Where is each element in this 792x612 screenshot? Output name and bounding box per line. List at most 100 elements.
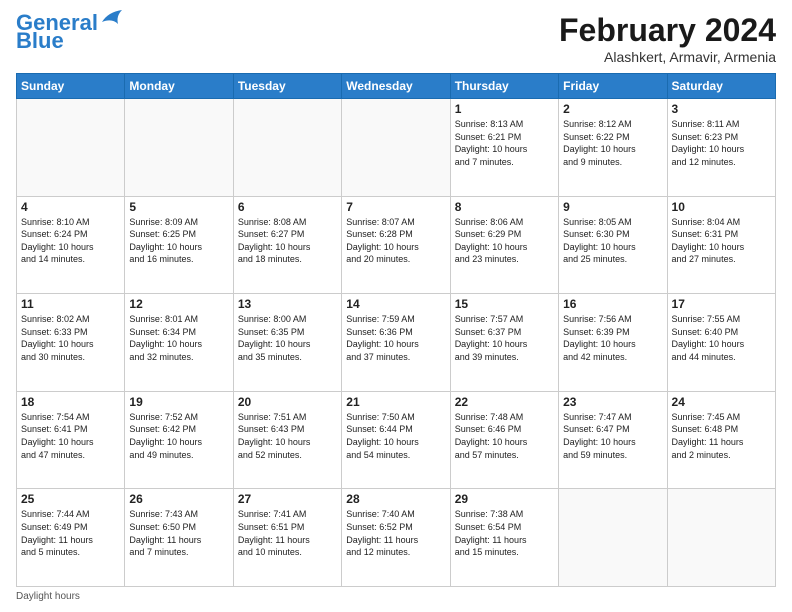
calendar-cell: 29 Sunrise: 7:38 AM Sunset: 6:54 PM Dayli…: [450, 489, 558, 587]
day-info: Sunrise: 8:10 AM Sunset: 6:24 PM Dayligh…: [21, 216, 120, 266]
day-info: Sunrise: 8:12 AM Sunset: 6:22 PM Dayligh…: [563, 118, 662, 168]
day-number: 21: [346, 395, 445, 409]
calendar-cell: 3Sunrise: 8:11 AM Sunset: 6:23 PM Daylig…: [667, 99, 775, 197]
day-number: 5: [129, 200, 228, 214]
day-number: 29: [455, 492, 554, 506]
day-info: Sunrise: 8:07 AM Sunset: 6:28 PM Dayligh…: [346, 216, 445, 266]
day-number: 22: [455, 395, 554, 409]
day-number: 15: [455, 297, 554, 311]
day-number: 2: [563, 102, 662, 116]
calendar-week-row: 1 Sunrise: 8:13 AM Sunset: 6:21 PM Daylig…: [17, 99, 776, 197]
calendar-cell: 13 Sunrise: 8:00 AM Sunset: 6:35 PM Dayli…: [233, 294, 341, 392]
calendar-cell: 18 Sunrise: 7:54 AM Sunset: 6:41 PM Dayli…: [17, 391, 125, 489]
day-info: Sunrise: 7:57 AM Sunset: 6:37 PM Dayligh…: [455, 313, 554, 363]
calendar-cell: 11 Sunrise: 8:02 AM Sunset: 6:33 PM Dayli…: [17, 294, 125, 392]
month-title: February 2024: [559, 12, 776, 49]
day-info: Sunrise: 7:44 AM Sunset: 6:49 PM Dayligh…: [21, 508, 120, 558]
calendar-week-row: 4 Sunrise: 8:10 AM Sunset: 6:24 PM Daylig…: [17, 196, 776, 294]
day-info: Sunrise: 8:06 AM Sunset: 6:29 PM Dayligh…: [455, 216, 554, 266]
calendar-cell: 17Sunrise: 7:55 AM Sunset: 6:40 PM Dayli…: [667, 294, 775, 392]
day-number: 8: [455, 200, 554, 214]
title-block: February 2024 Alashkert, Armavir, Armeni…: [559, 12, 776, 65]
calendar-cell: 15 Sunrise: 7:57 AM Sunset: 6:37 PM Dayli…: [450, 294, 558, 392]
day-info: Sunrise: 7:47 AM Sunset: 6:47 PM Dayligh…: [563, 411, 662, 461]
day-number: 14: [346, 297, 445, 311]
calendar-cell: [342, 99, 450, 197]
calendar-cell: 8 Sunrise: 8:06 AM Sunset: 6:29 PM Daylig…: [450, 196, 558, 294]
calendar-day-header: Thursday: [450, 74, 558, 99]
calendar: SundayMondayTuesdayWednesdayThursdayFrid…: [16, 73, 776, 587]
calendar-day-header: Saturday: [667, 74, 775, 99]
day-info: Sunrise: 8:09 AM Sunset: 6:25 PM Dayligh…: [129, 216, 228, 266]
calendar-cell: [667, 489, 775, 587]
day-info: Sunrise: 7:48 AM Sunset: 6:46 PM Dayligh…: [455, 411, 554, 461]
day-number: 10: [672, 200, 771, 214]
calendar-day-header: Friday: [559, 74, 667, 99]
calendar-day-header: Wednesday: [342, 74, 450, 99]
day-info: Sunrise: 7:54 AM Sunset: 6:41 PM Dayligh…: [21, 411, 120, 461]
calendar-day-header: Sunday: [17, 74, 125, 99]
calendar-day-header: Tuesday: [233, 74, 341, 99]
day-number: 1: [455, 102, 554, 116]
location: Alashkert, Armavir, Armenia: [559, 49, 776, 65]
day-info: Sunrise: 7:50 AM Sunset: 6:44 PM Dayligh…: [346, 411, 445, 461]
calendar-cell: 2 Sunrise: 8:12 AM Sunset: 6:22 PM Daylig…: [559, 99, 667, 197]
calendar-week-row: 11 Sunrise: 8:02 AM Sunset: 6:33 PM Dayli…: [17, 294, 776, 392]
day-info: Sunrise: 7:41 AM Sunset: 6:51 PM Dayligh…: [238, 508, 337, 558]
calendar-cell: [559, 489, 667, 587]
day-number: 25: [21, 492, 120, 506]
day-info: Sunrise: 8:01 AM Sunset: 6:34 PM Dayligh…: [129, 313, 228, 363]
day-info: Sunrise: 7:38 AM Sunset: 6:54 PM Dayligh…: [455, 508, 554, 558]
day-number: 16: [563, 297, 662, 311]
day-info: Sunrise: 8:00 AM Sunset: 6:35 PM Dayligh…: [238, 313, 337, 363]
calendar-week-row: 25 Sunrise: 7:44 AM Sunset: 6:49 PM Dayli…: [17, 489, 776, 587]
day-number: 26: [129, 492, 228, 506]
calendar-cell: 27 Sunrise: 7:41 AM Sunset: 6:51 PM Dayli…: [233, 489, 341, 587]
calendar-cell: [125, 99, 233, 197]
calendar-week-row: 18 Sunrise: 7:54 AM Sunset: 6:41 PM Dayli…: [17, 391, 776, 489]
day-info: Sunrise: 8:02 AM Sunset: 6:33 PM Dayligh…: [21, 313, 120, 363]
day-number: 20: [238, 395, 337, 409]
day-info: Sunrise: 8:05 AM Sunset: 6:30 PM Dayligh…: [563, 216, 662, 266]
day-info: Sunrise: 7:52 AM Sunset: 6:42 PM Dayligh…: [129, 411, 228, 461]
calendar-cell: 12Sunrise: 8:01 AM Sunset: 6:34 PM Dayli…: [125, 294, 233, 392]
day-number: 28: [346, 492, 445, 506]
page: General Blue February 2024 Alashkert, Ar…: [0, 0, 792, 612]
calendar-header-row: SundayMondayTuesdayWednesdayThursdayFrid…: [17, 74, 776, 99]
calendar-cell: 4 Sunrise: 8:10 AM Sunset: 6:24 PM Daylig…: [17, 196, 125, 294]
calendar-cell: 16 Sunrise: 7:56 AM Sunset: 6:39 PM Dayli…: [559, 294, 667, 392]
calendar-cell: 21 Sunrise: 7:50 AM Sunset: 6:44 PM Dayli…: [342, 391, 450, 489]
day-info: Sunrise: 7:56 AM Sunset: 6:39 PM Dayligh…: [563, 313, 662, 363]
day-number: 24: [672, 395, 771, 409]
day-number: 7: [346, 200, 445, 214]
day-number: 4: [21, 200, 120, 214]
calendar-cell: 10 Sunrise: 8:04 AM Sunset: 6:31 PM Dayli…: [667, 196, 775, 294]
day-number: 9: [563, 200, 662, 214]
calendar-cell: 6Sunrise: 8:08 AM Sunset: 6:27 PM Daylig…: [233, 196, 341, 294]
day-number: 11: [21, 297, 120, 311]
calendar-day-header: Monday: [125, 74, 233, 99]
day-info: Sunrise: 7:45 AM Sunset: 6:48 PM Dayligh…: [672, 411, 771, 461]
calendar-cell: 5 Sunrise: 8:09 AM Sunset: 6:25 PM Daylig…: [125, 196, 233, 294]
calendar-body: 1 Sunrise: 8:13 AM Sunset: 6:21 PM Daylig…: [17, 99, 776, 587]
day-number: 27: [238, 492, 337, 506]
day-info: Sunrise: 7:43 AM Sunset: 6:50 PM Dayligh…: [129, 508, 228, 558]
calendar-cell: 7 Sunrise: 8:07 AM Sunset: 6:28 PM Daylig…: [342, 196, 450, 294]
header: General Blue February 2024 Alashkert, Ar…: [16, 12, 776, 65]
calendar-cell: [17, 99, 125, 197]
calendar-cell: 25 Sunrise: 7:44 AM Sunset: 6:49 PM Dayli…: [17, 489, 125, 587]
calendar-cell: 28Sunrise: 7:40 AM Sunset: 6:52 PM Dayli…: [342, 489, 450, 587]
day-number: 23: [563, 395, 662, 409]
day-info: Sunrise: 7:51 AM Sunset: 6:43 PM Dayligh…: [238, 411, 337, 461]
day-info: Sunrise: 8:04 AM Sunset: 6:31 PM Dayligh…: [672, 216, 771, 266]
day-info: Sunrise: 8:11 AM Sunset: 6:23 PM Dayligh…: [672, 118, 771, 168]
calendar-cell: 9 Sunrise: 8:05 AM Sunset: 6:30 PM Daylig…: [559, 196, 667, 294]
day-number: 19: [129, 395, 228, 409]
day-info: Sunrise: 8:13 AM Sunset: 6:21 PM Dayligh…: [455, 118, 554, 168]
footer-note: Daylight hours: [16, 591, 776, 602]
day-number: 18: [21, 395, 120, 409]
calendar-cell: 26 Sunrise: 7:43 AM Sunset: 6:50 PM Dayli…: [125, 489, 233, 587]
logo: General Blue: [16, 12, 122, 52]
day-number: 13: [238, 297, 337, 311]
day-number: 17: [672, 297, 771, 311]
